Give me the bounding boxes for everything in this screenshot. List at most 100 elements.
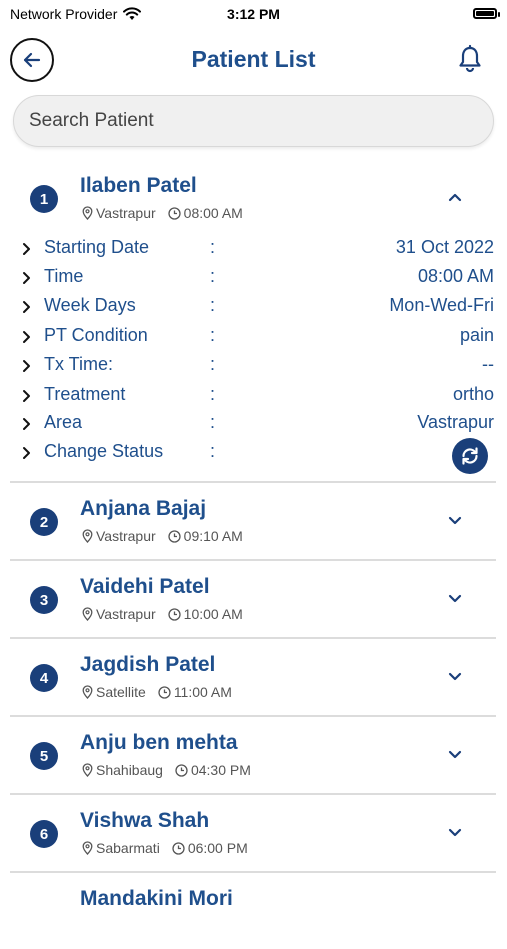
detail-row-starting-date: Starting Date : 31 Oct 2022 [20, 236, 494, 262]
refresh-icon [462, 447, 478, 465]
page-title: Patient List [191, 46, 316, 72]
chevron-down-icon[interactable] [446, 511, 464, 529]
patient-time: 08:00 AM [168, 205, 243, 221]
bell-icon[interactable] [455, 44, 485, 74]
detail-label: Treatment [44, 384, 126, 404]
detail-row-change-status: Change Status : [20, 440, 494, 466]
patient-card[interactable]: 3 Vaidehi Patel Vastrapur 10:00 AM [10, 561, 496, 639]
detail-colon: : [210, 295, 216, 315]
patient-card-header[interactable]: 2 Anjana Bajaj Vastrapur 09:10 AM [10, 483, 496, 559]
detail-colon: : [210, 441, 216, 461]
patient-area: Shahibaug [96, 762, 163, 778]
map-pin-icon [82, 841, 93, 855]
chevron-down-icon[interactable] [446, 589, 464, 607]
map-pin-icon [82, 206, 93, 220]
chevron-right-icon [23, 418, 30, 430]
patient-card-header[interactable]: 3 Vaidehi Patel Vastrapur 10:00 AM [10, 561, 496, 637]
patient-time-value: 09:10 AM [183, 528, 243, 544]
detail-row-week-days: Week Days : Mon-Wed-Fri [20, 294, 494, 320]
chevron-right-icon [23, 447, 30, 459]
patient-number-badge: 6 [30, 820, 58, 848]
chevron-right-icon [23, 331, 30, 343]
patient-number-badge: 3 [30, 586, 58, 614]
clock-icon [172, 841, 185, 855]
detail-value: Vastrapur [417, 412, 494, 432]
detail-label: Change Status [44, 441, 164, 461]
chevron-down-icon[interactable] [446, 667, 464, 685]
patient-meta: Vastrapur 10:00 AM [82, 606, 243, 622]
patient-list: 1 Ilaben Patel Vastrapur 08:00 AM Starti… [10, 160, 496, 949]
patient-location: Sabarmati [82, 840, 160, 856]
detail-colon: : [210, 266, 216, 286]
status-time: 3:12 PM [227, 6, 280, 22]
search-bar[interactable] [13, 95, 494, 147]
detail-value: ortho [452, 384, 494, 404]
detail-label: Area [44, 412, 83, 432]
patient-time: 06:00 PM [172, 840, 248, 856]
patient-number-badge: 1 [30, 185, 58, 213]
detail-row-time: Time : 08:00 AM [20, 265, 494, 291]
chevron-up-icon[interactable] [446, 188, 464, 206]
chevron-right-icon [23, 390, 30, 402]
patient-name: Vishwa Shah [80, 809, 210, 832]
map-pin-icon [82, 529, 93, 543]
patient-area: Satellite [96, 684, 146, 700]
patient-card-header[interactable]: 5 Anju ben mehta Shahibaug 04:30 PM [10, 717, 496, 793]
patient-card[interactable]: Mandakini Mori [10, 873, 496, 949]
patient-number-badge: 2 [30, 508, 58, 536]
detail-colon: : [210, 325, 216, 345]
patient-card[interactable]: 6 Vishwa Shah Sabarmati 06:00 PM [10, 795, 496, 873]
patient-meta: Sabarmati 06:00 PM [82, 840, 248, 856]
patient-area: Vastrapur [96, 528, 156, 544]
patient-area: Vastrapur [96, 606, 156, 622]
detail-row-area: Area : Vastrapur [20, 411, 494, 437]
patient-card-header[interactable]: 4 Jagdish Patel Satellite 11:00 AM [10, 639, 496, 715]
patient-card[interactable]: 2 Anjana Bajaj Vastrapur 09:10 AM [10, 483, 496, 561]
patient-time-value: 08:00 AM [183, 205, 243, 221]
patient-time-value: 06:00 PM [187, 840, 248, 856]
patient-time-value: 11:00 AM [173, 684, 232, 700]
status-bar: Network Provider 3:12 PM [0, 0, 507, 28]
map-pin-icon [82, 763, 93, 777]
detail-row-pt-condition: PT Condition : pain [20, 324, 494, 350]
patient-name: Anju ben mehta [80, 731, 238, 754]
patient-area: Vastrapur [96, 205, 156, 221]
patient-meta: Vastrapur 08:00 AM [82, 205, 243, 221]
chevron-down-icon[interactable] [446, 745, 464, 763]
chevron-down-icon[interactable] [446, 823, 464, 841]
patient-card[interactable]: 5 Anju ben mehta Shahibaug 04:30 PM [10, 717, 496, 795]
clock-icon [168, 206, 181, 220]
patient-card-header[interactable]: Mandakini Mori [10, 873, 496, 949]
clock-icon [168, 607, 181, 621]
search-input[interactable] [27, 109, 471, 133]
detail-value: Mon-Wed-Fri [389, 295, 494, 315]
patient-time-value: 04:30 PM [190, 762, 251, 778]
chevron-right-icon [23, 301, 30, 313]
detail-label: Week Days [44, 295, 136, 315]
patient-card-header[interactable]: 1 Ilaben Patel Vastrapur 08:00 AM [10, 160, 496, 236]
patient-location: Vastrapur [82, 205, 156, 221]
patient-name: Vaidehi Patel [80, 575, 210, 598]
patient-number-badge: 4 [30, 664, 58, 692]
patient-details: Starting Date : 31 Oct 2022 Time : 08:00… [10, 236, 496, 481]
patient-location: Vastrapur [82, 528, 156, 544]
patient-name: Anjana Bajaj [80, 497, 207, 520]
detail-value: pain [459, 325, 494, 345]
detail-colon: : [210, 412, 216, 432]
change-status-button[interactable] [452, 438, 488, 474]
map-pin-icon [82, 685, 93, 699]
patient-number-badge: 5 [30, 742, 58, 770]
patient-card-header[interactable]: 6 Vishwa Shah Sabarmati 06:00 PM [10, 795, 496, 871]
chevron-right-icon [23, 272, 30, 284]
patient-card-expanded[interactable]: 1 Ilaben Patel Vastrapur 08:00 AM Starti… [10, 160, 496, 483]
patient-meta: Vastrapur 09:10 AM [82, 528, 243, 544]
patient-card[interactable]: 4 Jagdish Patel Satellite 11:00 AM [10, 639, 496, 717]
header: Patient List [0, 36, 507, 86]
patient-time: 04:30 PM [175, 762, 251, 778]
chevron-right-icon [23, 243, 30, 255]
clock-icon [158, 685, 171, 699]
detail-value: 08:00 AM [417, 266, 494, 286]
patient-area: Sabarmati [96, 840, 160, 856]
detail-colon: : [210, 237, 216, 257]
patient-time-value: 10:00 AM [183, 606, 243, 622]
